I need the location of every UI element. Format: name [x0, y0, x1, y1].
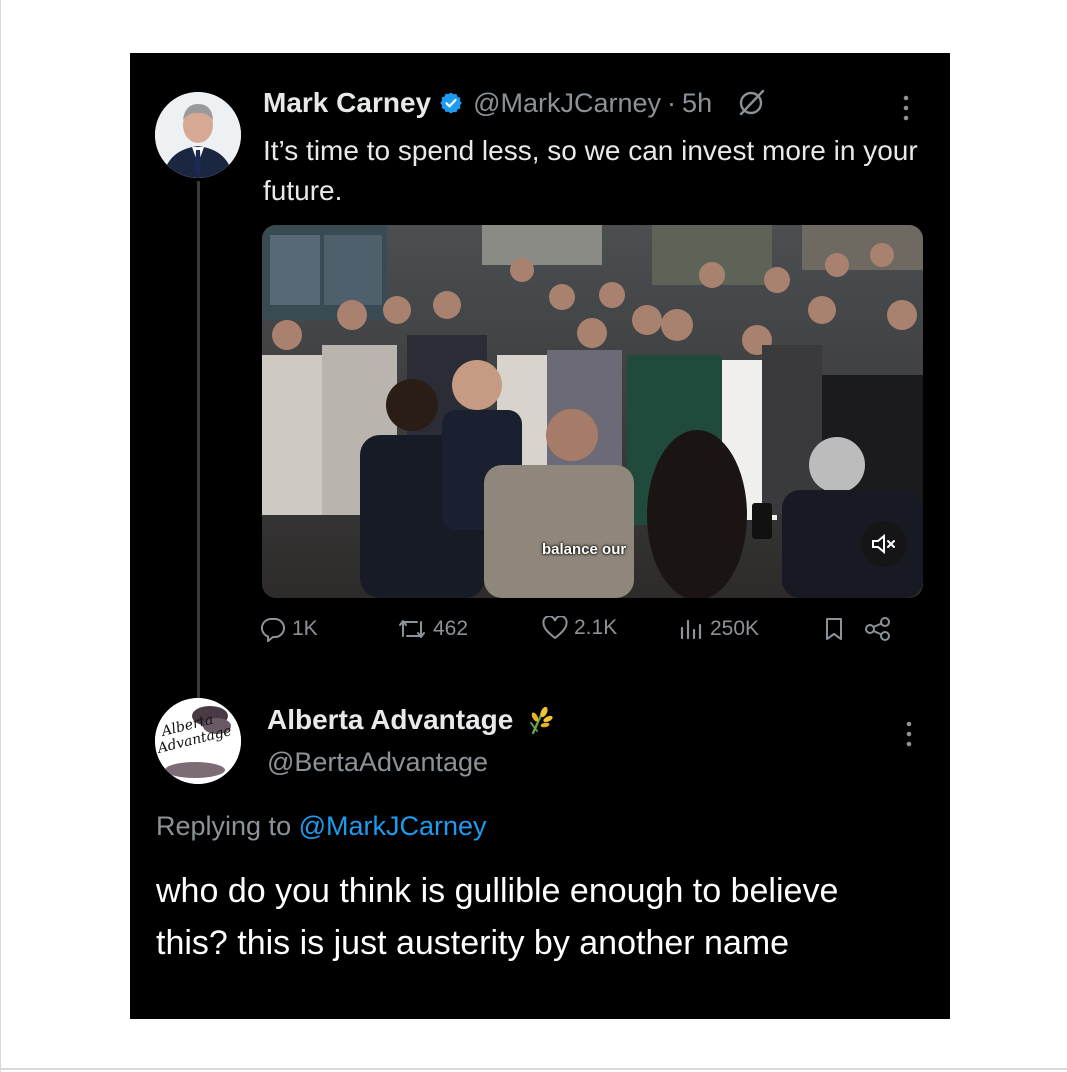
reply-author-avatar[interactable]: Alberta Advantage	[155, 698, 241, 784]
reply-text: who do you think is gullible enough to b…	[156, 872, 839, 962]
reply-count: 1K	[292, 617, 318, 640]
repost-action[interactable]: 462	[397, 616, 468, 642]
share-action[interactable]	[863, 616, 899, 642]
bookmark-icon	[826, 618, 842, 640]
tweet-header: Mark Carney @MarkJCarney · 5h	[263, 87, 766, 119]
views-icon	[680, 619, 702, 640]
frame-left-border	[0, 0, 1, 1072]
replying-to-mention[interactable]: @MarkJCarney	[299, 811, 487, 841]
like-count: 2.1K	[574, 616, 618, 639]
share-icon	[865, 617, 890, 641]
thread-connector-line	[197, 181, 200, 711]
tweet-actions-bar: 1K 462 2.1K 250K	[260, 616, 920, 652]
repost-icon	[399, 620, 425, 638]
verified-badge-icon	[440, 92, 462, 114]
frame-bottom-border	[0, 1068, 1067, 1070]
mute-icon	[872, 533, 895, 555]
mute-button[interactable]	[861, 521, 907, 567]
tweet-timestamp[interactable]: 5h	[682, 88, 712, 119]
reply-action[interactable]: 1K	[260, 616, 318, 642]
tweet-thread-card: Mark Carney @MarkJCarney · 5h It’s time …	[130, 53, 950, 1019]
author-avatar[interactable]	[155, 92, 241, 178]
author-handle[interactable]: @MarkJCarney	[473, 88, 661, 119]
views-action[interactable]: 250K	[678, 616, 759, 642]
replying-to-line: Replying to @MarkJCarney	[156, 811, 487, 842]
grok-icon[interactable]	[736, 88, 766, 118]
author-name[interactable]: Mark Carney	[263, 87, 431, 119]
reply-author-name[interactable]: Alberta Advantage	[267, 704, 513, 736]
video-caption: balance our	[542, 541, 627, 558]
bookmark-action[interactable]	[823, 616, 851, 642]
reply-icon	[260, 617, 285, 642]
alberta-advantage-logo-icon: Alberta Advantage	[155, 698, 241, 784]
heart-icon	[542, 616, 568, 640]
tweet-video[interactable]: balance our	[262, 225, 923, 598]
wheat-emoji-icon	[530, 706, 554, 735]
more-options-icon[interactable]	[901, 95, 911, 121]
views-count: 250K	[710, 617, 760, 640]
reply-author-handle[interactable]: @BertaAdvantage	[267, 747, 488, 778]
reply-header: Alberta Advantage	[267, 704, 555, 736]
repost-count: 462	[433, 617, 469, 640]
avatar-portrait-icon	[155, 92, 241, 178]
tweet-text: It’s time to spend less, so we can inves…	[263, 135, 918, 206]
replying-prefix: Replying to	[156, 811, 292, 841]
reply-more-options-icon[interactable]	[904, 721, 914, 747]
like-action[interactable]: 2.1K	[542, 616, 617, 640]
time-separator: ·	[667, 87, 677, 118]
